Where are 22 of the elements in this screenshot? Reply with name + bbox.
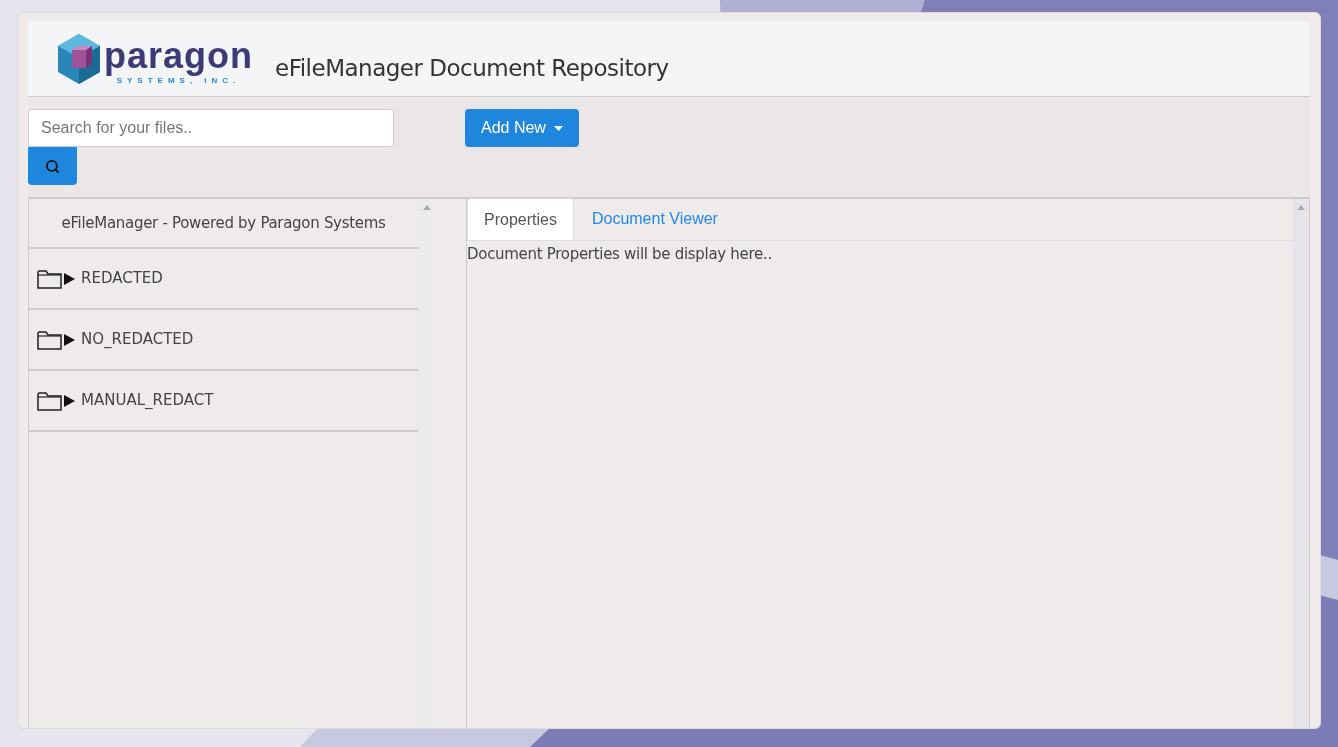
logo-wordmark: paragon bbox=[104, 36, 253, 76]
search-icon bbox=[45, 158, 60, 174]
page-title: eFileManager Document Repository bbox=[275, 53, 669, 83]
folder-label: REDACTED bbox=[81, 268, 163, 290]
folder-icon bbox=[37, 389, 63, 412]
caret-icon bbox=[63, 333, 75, 346]
folder-label: MANUAL_REDACT bbox=[81, 390, 214, 412]
folder-label: NO_REDACTED bbox=[81, 329, 194, 351]
caret-down-icon bbox=[553, 125, 563, 131]
scroll-up-icon[interactable] bbox=[422, 205, 431, 210]
properties-message: Document Properties will be display here.. bbox=[467, 244, 773, 265]
tab[interactable]: Properties bbox=[467, 198, 574, 240]
caret-icon bbox=[63, 394, 75, 407]
caret-icon bbox=[63, 272, 75, 285]
search-field[interactable]: Search for your files.. bbox=[28, 109, 394, 147]
logo-tagline: SYSTEMS, INC. bbox=[116, 76, 241, 86]
scroll-up-icon[interactable] bbox=[1297, 205, 1305, 210]
search-button[interactable] bbox=[28, 147, 77, 185]
folder-icon bbox=[37, 328, 63, 351]
cube-logo-icon bbox=[58, 34, 100, 84]
folder-icon bbox=[37, 267, 63, 290]
add-new-button[interactable]: Add New bbox=[465, 109, 579, 147]
